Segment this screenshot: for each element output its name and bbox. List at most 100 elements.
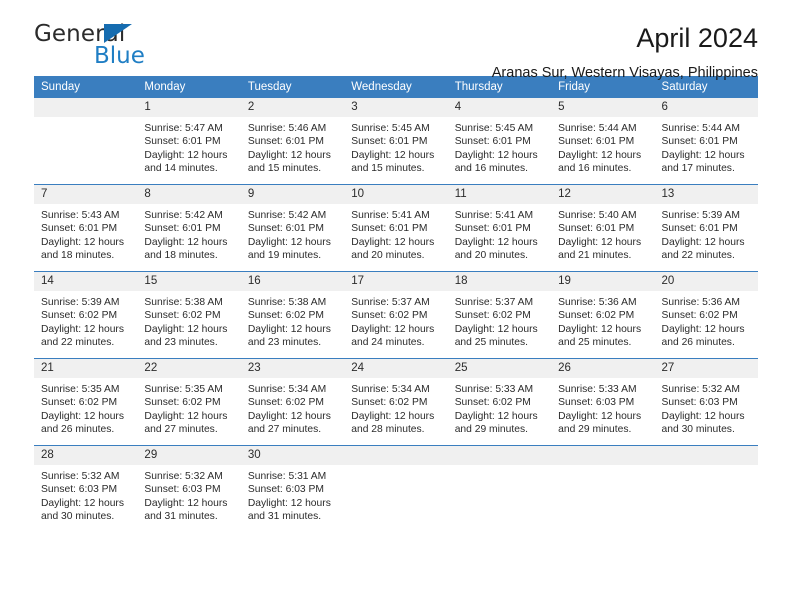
- day-number: 18: [447, 272, 552, 291]
- calendar-day-cell[interactable]: 6 Sunrise: 5:44 AM Sunset: 6:01 PM Daylight…: [654, 98, 758, 185]
- weekday-header-monday: Monday: [137, 76, 241, 98]
- calendar-day-cell[interactable]: 26 Sunrise: 5:33 AM Sunset: 6:03 PM Dayligh…: [551, 358, 655, 446]
- calendar-day-cell[interactable]: 9 Sunrise: 5:42 AM Sunset: 6:01 PM Daylight…: [240, 184, 345, 272]
- day-cell-inner: 19 Sunrise: 5:36 AM Sunset: 6:02 PM Dayligh…: [551, 272, 655, 358]
- sunrise-text: Sunrise: 5:38 AM: [247, 297, 327, 308]
- sunrise-text: Sunrise: 5:37 AM: [351, 297, 430, 308]
- daylight-text-line1: Daylight: 12 hours: [247, 149, 331, 161]
- sunset-text: Sunset: 6:02 PM: [41, 397, 118, 409]
- daylight-text-line2: and 15 minutes.: [247, 163, 322, 175]
- daylight-text-line2: and 18 minutes.: [144, 250, 218, 262]
- day-sun-info: Sunrise: 5:46 AM Sunset: 6:01 PM Daylight:…: [241, 117, 344, 176]
- day-number: 1: [137, 98, 241, 117]
- daylight-text-line2: and 30 minutes.: [41, 511, 115, 523]
- calendar-day-cell[interactable]: 14 Sunrise: 5:39 AM Sunset: 6:02 PM Dayligh…: [34, 271, 138, 359]
- calendar-day-cell[interactable]: 16 Sunrise: 5:38 AM Sunset: 6:02 PM Dayligh…: [240, 271, 345, 359]
- day-sun-info: Sunrise: 5:43 AM Sunset: 6:01 PM Daylight:…: [34, 204, 137, 263]
- calendar-day-cell[interactable]: 7 Sunrise: 5:43 AM Sunset: 6:01 PM Daylight…: [34, 184, 138, 272]
- location-subtitle: Aranas Sur, Western Visayas, Philippines: [491, 65, 758, 81]
- sunset-text: Sunset: 6:01 PM: [41, 223, 118, 235]
- day-cell-inner: 11 Sunrise: 5:41 AM Sunset: 6:01 PM Dayligh…: [447, 185, 552, 271]
- day-number: [551, 446, 655, 465]
- day-sun-info: Sunrise: 5:32 AM Sunset: 6:03 PM Daylight:…: [655, 378, 758, 437]
- sunset-text: Sunset: 6:03 PM: [247, 484, 324, 496]
- daylight-text-line1: Daylight: 12 hours: [41, 497, 124, 509]
- daylight-text-line2: and 27 minutes.: [144, 424, 218, 436]
- day-cell-inner: 22 Sunrise: 5:35 AM Sunset: 6:02 PM Dayligh…: [137, 359, 241, 445]
- daylight-text-line1: Daylight: 12 hours: [351, 236, 435, 248]
- calendar-day-cell[interactable]: 20 Sunrise: 5:36 AM Sunset: 6:02 PM Dayligh…: [654, 271, 758, 359]
- sunset-text: Sunset: 6:01 PM: [351, 223, 428, 235]
- sunrise-text: Sunrise: 5:46 AM: [247, 123, 327, 134]
- calendar-day-cell[interactable]: 8 Sunrise: 5:42 AM Sunset: 6:01 PM Daylight…: [137, 184, 241, 272]
- day-sun-info: Sunrise: 5:40 AM Sunset: 6:01 PM Daylight:…: [551, 204, 654, 263]
- day-cell-inner: 7 Sunrise: 5:43 AM Sunset: 6:01 PM Daylight…: [34, 185, 138, 271]
- calendar-day-cell[interactable]: 27 Sunrise: 5:32 AM Sunset: 6:03 PM Dayligh…: [654, 358, 758, 446]
- calendar-day-cell[interactable]: 30 Sunrise: 5:31 AM Sunset: 6:03 PM Dayligh…: [240, 445, 345, 530]
- calendar-day-cell[interactable]: 3 Sunrise: 5:45 AM Sunset: 6:01 PM Daylight…: [344, 98, 448, 185]
- calendar-day-cell[interactable]: 21 Sunrise: 5:35 AM Sunset: 6:02 PM Dayligh…: [34, 358, 138, 446]
- calendar-cell-empty: [551, 445, 655, 530]
- day-cell-inner: 27 Sunrise: 5:32 AM Sunset: 6:03 PM Dayligh…: [654, 359, 758, 445]
- day-cell-inner: 30 Sunrise: 5:31 AM Sunset: 6:03 PM Dayligh…: [240, 446, 345, 530]
- daylight-text-line2: and 26 minutes.: [661, 337, 735, 349]
- calendar-day-cell[interactable]: 17 Sunrise: 5:37 AM Sunset: 6:02 PM Dayligh…: [344, 271, 448, 359]
- day-cell-inner: 26 Sunrise: 5:33 AM Sunset: 6:03 PM Dayligh…: [551, 359, 655, 445]
- day-sun-info: Sunrise: 5:36 AM Sunset: 6:02 PM Daylight:…: [655, 291, 758, 350]
- day-number: 26: [551, 359, 655, 378]
- day-sun-info: Sunrise: 5:42 AM Sunset: 6:01 PM Daylight:…: [241, 204, 344, 263]
- calendar-day-cell[interactable]: 11 Sunrise: 5:41 AM Sunset: 6:01 PM Dayligh…: [447, 184, 552, 272]
- day-cell-inner: 28 Sunrise: 5:32 AM Sunset: 6:03 PM Dayligh…: [34, 446, 138, 530]
- calendar-day-cell[interactable]: 1 Sunrise: 5:47 AM Sunset: 6:01 PM Daylight…: [137, 98, 241, 185]
- calendar-day-cell[interactable]: 18 Sunrise: 5:37 AM Sunset: 6:02 PM Dayligh…: [447, 271, 552, 359]
- calendar-day-cell[interactable]: 13 Sunrise: 5:39 AM Sunset: 6:01 PM Dayligh…: [654, 184, 758, 272]
- sunset-text: Sunset: 6:01 PM: [351, 136, 428, 148]
- sunrise-text: Sunrise: 5:43 AM: [41, 210, 120, 221]
- calendar-day-cell[interactable]: 29 Sunrise: 5:32 AM Sunset: 6:03 PM Dayligh…: [137, 445, 241, 530]
- daylight-text-line1: Daylight: 12 hours: [247, 236, 331, 248]
- day-number: [34, 98, 138, 117]
- day-cell-inner: 23 Sunrise: 5:34 AM Sunset: 6:02 PM Dayligh…: [240, 359, 345, 445]
- general-blue-logo[interactable]: General Blue: [34, 22, 214, 74]
- calendar-cell-empty: [654, 445, 758, 530]
- day-cell-inner: 3 Sunrise: 5:45 AM Sunset: 6:01 PM Daylight…: [344, 98, 448, 184]
- day-cell-inner: [34, 98, 138, 184]
- day-number: 10: [344, 185, 448, 204]
- day-number: [344, 446, 448, 465]
- calendar-day-cell[interactable]: 2 Sunrise: 5:46 AM Sunset: 6:01 PM Daylight…: [240, 98, 345, 185]
- calendar-week-row: 21 Sunrise: 5:35 AM Sunset: 6:02 PM Dayligh…: [34, 358, 758, 446]
- calendar-day-cell[interactable]: 15 Sunrise: 5:38 AM Sunset: 6:02 PM Dayligh…: [137, 271, 241, 359]
- day-number: 24: [344, 359, 448, 378]
- sunset-text: Sunset: 6:01 PM: [454, 136, 531, 148]
- day-cell-inner: 21 Sunrise: 5:35 AM Sunset: 6:02 PM Dayligh…: [34, 359, 138, 445]
- day-cell-inner: 18 Sunrise: 5:37 AM Sunset: 6:02 PM Dayligh…: [447, 272, 552, 358]
- daylight-text-line2: and 25 minutes.: [558, 337, 632, 349]
- day-number: 19: [551, 272, 655, 291]
- calendar-day-cell[interactable]: 19 Sunrise: 5:36 AM Sunset: 6:02 PM Dayligh…: [551, 271, 655, 359]
- calendar-day-cell[interactable]: 24 Sunrise: 5:34 AM Sunset: 6:02 PM Dayligh…: [344, 358, 448, 446]
- calendar-day-cell[interactable]: 22 Sunrise: 5:35 AM Sunset: 6:02 PM Dayligh…: [137, 358, 241, 446]
- daylight-text-line1: Daylight: 12 hours: [144, 497, 228, 509]
- day-number: 20: [654, 272, 758, 291]
- calendar-day-cell[interactable]: 25 Sunrise: 5:33 AM Sunset: 6:02 PM Dayligh…: [447, 358, 552, 446]
- day-cell-inner: [551, 446, 655, 530]
- calendar-day-cell[interactable]: 28 Sunrise: 5:32 AM Sunset: 6:03 PM Dayligh…: [34, 445, 138, 530]
- sunrise-text: Sunrise: 5:47 AM: [144, 123, 223, 134]
- day-sun-info: Sunrise: 5:39 AM Sunset: 6:01 PM Daylight:…: [655, 204, 758, 263]
- calendar-day-cell[interactable]: 23 Sunrise: 5:34 AM Sunset: 6:02 PM Dayligh…: [240, 358, 345, 446]
- calendar-page: General Blue April 2024 Aranas Sur, West…: [0, 0, 792, 612]
- calendar-day-cell[interactable]: 10 Sunrise: 5:41 AM Sunset: 6:01 PM Dayligh…: [344, 184, 448, 272]
- day-cell-inner: 14 Sunrise: 5:39 AM Sunset: 6:02 PM Dayligh…: [34, 272, 138, 358]
- sunset-text: Sunset: 6:01 PM: [247, 136, 324, 148]
- calendar-day-cell[interactable]: 12 Sunrise: 5:40 AM Sunset: 6:01 PM Dayligh…: [551, 184, 655, 272]
- logo-text-blue: Blue: [94, 43, 145, 69]
- sunset-text: Sunset: 6:02 PM: [661, 310, 738, 322]
- calendar-day-cell[interactable]: 5 Sunrise: 5:44 AM Sunset: 6:01 PM Daylight…: [551, 98, 655, 185]
- day-sun-info: Sunrise: 5:31 AM Sunset: 6:03 PM Daylight:…: [241, 465, 344, 524]
- calendar-day-cell[interactable]: 4 Sunrise: 5:45 AM Sunset: 6:01 PM Daylight…: [447, 98, 552, 185]
- day-number: 21: [34, 359, 138, 378]
- day-sun-info: Sunrise: 5:37 AM Sunset: 6:02 PM Daylight:…: [448, 291, 551, 350]
- day-cell-inner: 8 Sunrise: 5:42 AM Sunset: 6:01 PM Daylight…: [137, 185, 241, 271]
- day-number: 3: [344, 98, 448, 117]
- sunset-text: Sunset: 6:02 PM: [144, 310, 221, 322]
